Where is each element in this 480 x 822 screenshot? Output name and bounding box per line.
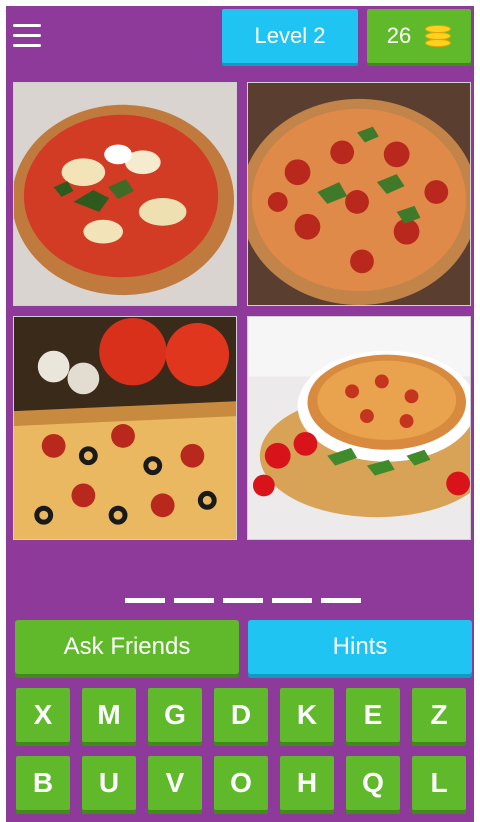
letter-key[interactable]: E [346, 688, 400, 742]
key-letter: U [98, 767, 120, 798]
answer-slot[interactable] [174, 598, 214, 603]
answer-slot[interactable] [321, 598, 361, 603]
letter-key[interactable]: V [148, 756, 202, 810]
letter-key[interactable]: K [280, 688, 334, 742]
hints-label: Hints [332, 633, 388, 660]
key-letter: E [363, 699, 383, 730]
letter-key[interactable]: X [16, 688, 70, 742]
letter-key[interactable]: M [82, 688, 136, 742]
ask-friends-button[interactable]: Ask Friends [15, 620, 239, 674]
key-letter: B [32, 767, 54, 798]
letter-key[interactable]: D [214, 688, 268, 742]
answer-slot[interactable] [223, 598, 263, 603]
key-letter: Z [430, 699, 448, 730]
key-letter: H [296, 767, 318, 798]
coins-value: 26 [386, 23, 412, 48]
answer-slots [125, 598, 361, 603]
key-letter: Q [362, 767, 384, 798]
hints-button[interactable]: Hints [248, 620, 472, 674]
key-letter: X [33, 699, 53, 730]
level-label: Level 2 [254, 23, 326, 48]
letter-key[interactable]: O [214, 756, 268, 810]
letter-key[interactable]: B [16, 756, 70, 810]
pizza-image-3[interactable] [13, 316, 237, 540]
answer-slot[interactable] [272, 598, 312, 603]
level-badge[interactable]: Level 2 [222, 9, 358, 63]
letter-key[interactable]: Q [346, 756, 400, 810]
coins-counter[interactable]: 26 [367, 9, 471, 63]
pizza-image-4[interactable] [247, 316, 471, 540]
answer-slot[interactable] [125, 598, 165, 603]
letter-key[interactable]: Z [412, 688, 466, 742]
game-screen: Level 2 26 Ask Friends Hints X M G D K E… [6, 6, 474, 822]
pizza-image-2[interactable] [247, 82, 471, 306]
key-letter: M [97, 699, 121, 730]
letter-key[interactable]: U [82, 756, 136, 810]
key-letter: K [296, 699, 318, 730]
letter-key[interactable]: H [280, 756, 334, 810]
coins-icon [425, 25, 452, 47]
pizza-image-1[interactable] [13, 82, 237, 306]
key-letter: V [165, 767, 185, 798]
key-letter: O [230, 767, 252, 798]
ask-friends-label: Ask Friends [63, 633, 191, 660]
letter-key[interactable]: L [412, 756, 466, 810]
key-letter: G [164, 699, 186, 730]
key-letter: D [230, 699, 252, 730]
menu-icon[interactable] [13, 24, 41, 48]
key-letter: L [430, 767, 448, 798]
letter-key[interactable]: G [148, 688, 202, 742]
